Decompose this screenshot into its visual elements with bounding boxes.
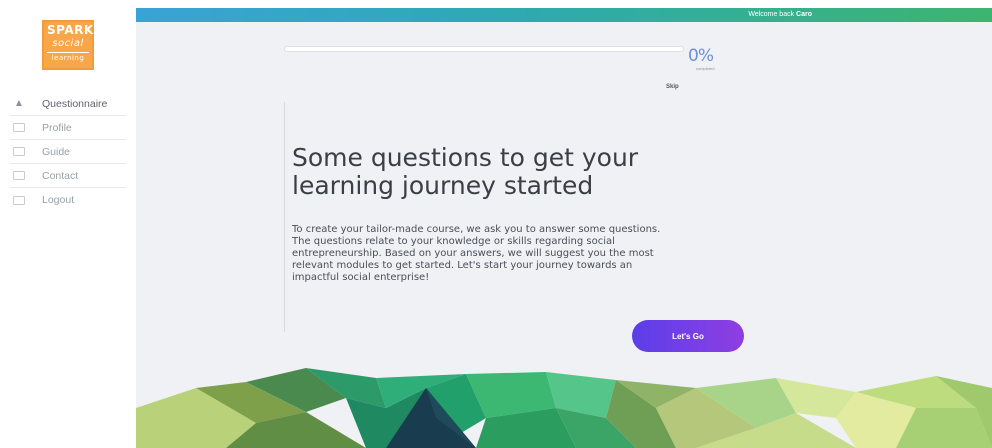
top-bar: Welcome back Caro	[136, 8, 992, 22]
sidebar-item-label: Questionnaire	[42, 97, 108, 110]
sidebar-item-questionnaire[interactable]: ▲ Questionnaire	[10, 92, 126, 116]
logo-line-1: SPARK	[47, 23, 94, 37]
progress-bar	[284, 46, 684, 52]
guide-icon	[12, 146, 26, 158]
logout-icon	[12, 194, 26, 206]
sidebar: SPARK social learning ▲ Questionnaire Pr…	[0, 0, 134, 448]
sidebar-item-label: Profile	[42, 121, 72, 134]
sidebar-item-guide[interactable]: Guide	[10, 140, 126, 164]
username: Caro	[796, 11, 812, 18]
logo-line-3: learning	[47, 52, 89, 63]
progress-percent: 0%	[688, 46, 714, 66]
sidebar-item-profile[interactable]: Profile	[10, 116, 126, 140]
content-divider	[284, 102, 285, 332]
decorative-polygon-landscape	[136, 368, 992, 448]
contact-icon	[12, 170, 26, 182]
sidebar-nav: ▲ Questionnaire Profile Guide Contact Lo…	[10, 92, 126, 212]
sidebar-item-logout[interactable]: Logout	[10, 188, 126, 212]
progress-sub-label: completed	[696, 66, 715, 71]
main-content: 0% completed Skip Some questions to get …	[136, 22, 992, 448]
intro-text: To create your tailor-made course, we as…	[292, 224, 661, 283]
sidebar-item-contact[interactable]: Contact	[10, 164, 126, 188]
skip-link[interactable]: Skip	[666, 84, 679, 90]
profile-icon	[12, 122, 26, 134]
page-title: Some questions to get your learning jour…	[292, 143, 639, 200]
lets-go-button[interactable]: Let's Go	[632, 320, 744, 352]
warning-triangle-icon: ▲	[14, 98, 24, 109]
sidebar-item-label: Guide	[42, 145, 71, 158]
logo-line-2: social	[52, 38, 84, 49]
welcome-prefix: Welcome back	[748, 11, 795, 18]
sidebar-item-label: Contact	[42, 169, 79, 182]
sidebar-item-label: Logout	[42, 194, 75, 206]
spark-logo[interactable]: SPARK social learning	[42, 20, 94, 70]
welcome-message: Welcome back Caro	[748, 8, 812, 22]
